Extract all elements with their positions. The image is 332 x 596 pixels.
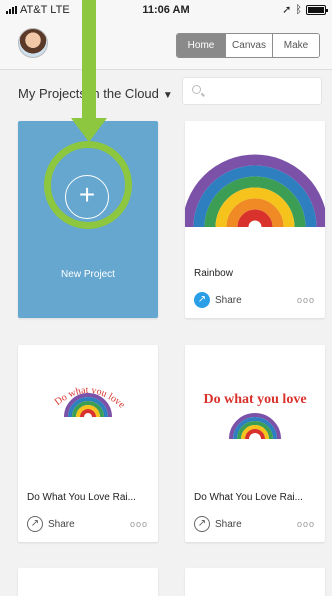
tab-home[interactable]: Home: [177, 34, 225, 57]
share-button[interactable]: ↗ Share: [27, 516, 75, 532]
more-options-icon[interactable]: ooo: [297, 519, 315, 529]
more-options-icon[interactable]: ooo: [297, 295, 315, 305]
more-options-icon[interactable]: ooo: [130, 519, 148, 529]
bluetooth-icon: ᛒ: [295, 3, 302, 16]
projects-toolbar: My Projects in the Cloud▼: [0, 71, 332, 115]
project-card[interactable]: Do what you love Do What You Love Rai...…: [185, 345, 325, 542]
share-label: Share: [48, 518, 75, 530]
share-icon: ↗: [194, 516, 210, 532]
svg-text:Do what you love: Do what you love: [203, 392, 306, 407]
project-name: Rainbow: [194, 268, 233, 279]
project-card[interactable]: Rainbow ↗ Share ooo: [185, 121, 325, 318]
annotation-arrow-shaft: [82, 0, 96, 130]
share-button[interactable]: ↗ Share: [194, 292, 242, 308]
location-icon: ➚: [282, 4, 292, 16]
share-button[interactable]: ↗ Share: [194, 516, 242, 532]
project-card[interactable]: [18, 568, 158, 596]
share-label: Share: [215, 294, 242, 306]
rainbow-thumbnail: [185, 154, 325, 228]
avatar[interactable]: [18, 28, 48, 58]
app-header: Home Canvas Make: [0, 20, 332, 70]
tab-make[interactable]: Make: [272, 34, 319, 57]
project-card[interactable]: Do what you love Do What You Love Rai...…: [18, 345, 158, 542]
caret-down-icon: ▼: [162, 90, 173, 101]
project-name: Do What You Love Rai...: [27, 492, 136, 503]
tab-canvas[interactable]: Canvas: [225, 34, 272, 57]
do-what-you-love-thumbnail: Do what you love: [203, 392, 307, 440]
annotation-highlight-ring: [44, 141, 132, 229]
status-bar: AT&T LTE 11:06 AM ➚ ᛒ: [0, 0, 332, 20]
annotation-arrow-head: [71, 118, 107, 142]
do-what-you-love-thumbnail: Do what you love: [53, 385, 127, 418]
new-project-label: New Project: [61, 269, 115, 280]
search-input[interactable]: [182, 77, 322, 105]
status-right: ➚ ᛒ: [282, 3, 328, 16]
share-icon: ↗: [194, 292, 210, 308]
project-name: Do What You Love Rai...: [194, 492, 303, 503]
battery-icon: [306, 4, 328, 15]
view-switcher: Home Canvas Make: [176, 33, 320, 58]
project-card[interactable]: [185, 568, 325, 596]
share-icon: ↗: [27, 516, 43, 532]
share-label: Share: [215, 518, 242, 530]
search-icon: [192, 85, 201, 94]
